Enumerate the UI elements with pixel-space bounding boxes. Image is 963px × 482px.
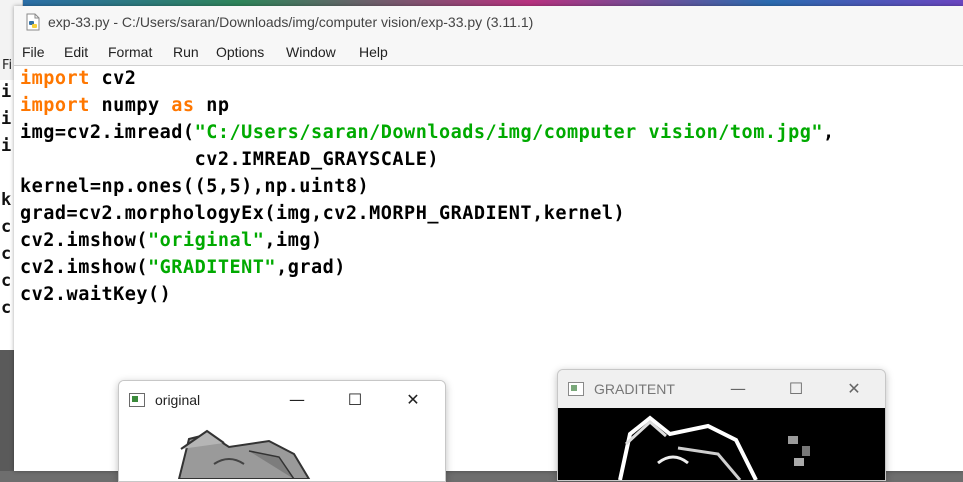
menu-help[interactable]: Help — [359, 44, 388, 60]
background-code-fragment: i — [1, 136, 12, 156]
cv-title-original: original — [155, 392, 201, 408]
window-title: exp-33.py - C:/Users/saran/Downloads/img… — [48, 14, 534, 30]
original-image — [119, 419, 445, 481]
code-text: cv2.waitKey() — [20, 284, 172, 305]
menu-format[interactable]: Format — [108, 44, 152, 60]
menu-bar: File Edit Format Run Options Window Help — [14, 40, 963, 66]
code-keyword: import — [20, 68, 90, 89]
background-code-fragment: i — [1, 109, 12, 129]
menu-options[interactable]: Options — [216, 44, 264, 60]
cv-title-bar-gradient[interactable]: GRADITENT — ☐ ✕ — [558, 370, 885, 408]
minimize-button[interactable]: — — [728, 379, 748, 399]
code-string: "C:/Users/saran/Downloads/img/computer v… — [194, 122, 824, 143]
close-button[interactable]: ✕ — [844, 379, 864, 399]
maximize-button[interactable]: ☐ — [786, 379, 806, 399]
code-text: cv2.imshow( — [20, 257, 149, 278]
menu-edit[interactable]: Edit — [64, 44, 88, 60]
background-code-fragment: c — [1, 298, 12, 318]
morphological-gradient-image — [558, 408, 885, 480]
code-line[interactable]: import numpy as np — [20, 95, 230, 116]
title-bar[interactable]: exp-33.py - C:/Users/saran/Downloads/img… — [14, 6, 963, 40]
code-text: kernel=np.ones((5,5),np.uint8) — [20, 176, 370, 197]
code-text: ,img) — [264, 230, 323, 251]
background-code-fragment: k — [1, 190, 12, 210]
code-line[interactable]: cv2.IMREAD_GRAYSCALE) — [20, 149, 439, 170]
code-line[interactable]: cv2.imshow("original",img) — [20, 230, 323, 251]
code-line[interactable]: import cv2 — [20, 68, 136, 89]
background-code-fragment: c — [1, 217, 12, 237]
code-line[interactable]: grad=cv2.morphologyEx(img,cv2.MORPH_GRAD… — [20, 203, 625, 224]
background-menu-fragment: Fi — [2, 58, 13, 73]
code-text: np — [194, 95, 230, 116]
code-text: cv2.imshow( — [20, 230, 149, 251]
cv-window-gradient[interactable]: GRADITENT — ☐ ✕ — [557, 369, 886, 481]
cv-title-bar-original[interactable]: original — ☐ ✕ — [119, 381, 445, 419]
code-keyword: import — [20, 95, 90, 116]
gradient-image — [558, 408, 885, 480]
code-keyword: as — [171, 95, 195, 116]
menu-file[interactable]: File — [22, 44, 45, 60]
cv-window-original[interactable]: original — ☐ ✕ — [118, 380, 446, 482]
code-line[interactable]: kernel=np.ones((5,5),np.uint8) — [20, 176, 369, 197]
background-code-fragment: c — [1, 271, 12, 291]
image-window-icon — [129, 393, 145, 407]
minimize-button[interactable]: — — [287, 390, 307, 410]
image-window-icon — [568, 382, 584, 396]
code-string: "GRADITENT" — [148, 257, 277, 278]
menu-run[interactable]: Run — [173, 44, 199, 60]
background-code-fragment: i — [1, 82, 12, 102]
code-text: cv2.IMREAD_GRAYSCALE) — [20, 149, 439, 170]
maximize-button[interactable]: ☐ — [345, 390, 365, 410]
close-button[interactable]: ✕ — [403, 390, 423, 410]
grayscale-cartoon-image — [119, 419, 445, 480]
python-file-icon — [26, 13, 40, 31]
code-line[interactable]: cv2.waitKey() — [20, 284, 171, 305]
cv-title-gradient: GRADITENT — [594, 381, 675, 397]
background-lower-area — [0, 350, 14, 471]
code-text: ,grad) — [276, 257, 346, 278]
code-string: "original" — [148, 230, 265, 251]
code-line[interactable]: img=cv2.imread("C:/Users/saran/Downloads… — [20, 122, 835, 143]
code-text: , — [823, 122, 835, 143]
code-text: cv2 — [89, 68, 137, 89]
code-line[interactable]: cv2.imshow("GRADITENT",grad) — [20, 257, 346, 278]
code-text: img=cv2.imread( — [20, 122, 195, 143]
background-code-fragment: c — [1, 244, 12, 264]
code-text: grad=cv2.morphologyEx(img,cv2.MORPH_GRAD… — [20, 203, 626, 224]
menu-window[interactable]: Window — [286, 44, 336, 60]
code-text: numpy — [89, 95, 172, 116]
